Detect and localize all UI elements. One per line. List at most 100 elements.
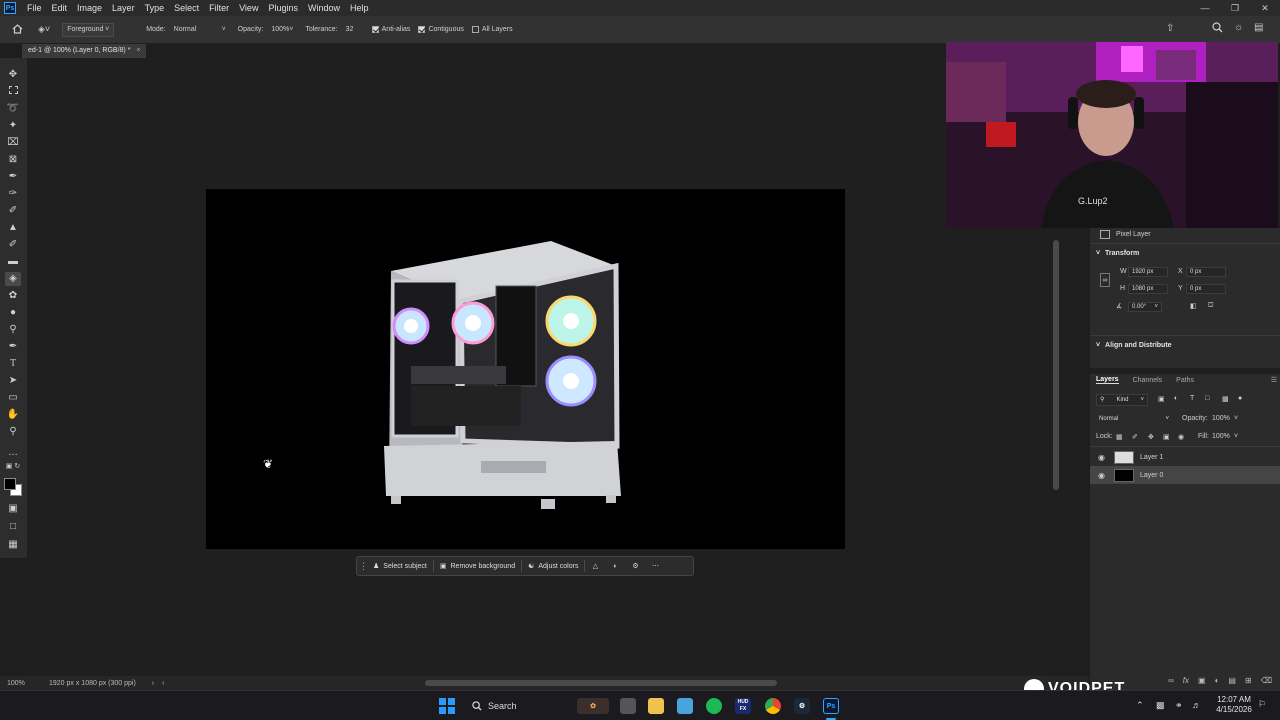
eyedropper-tool-icon[interactable]: ✒ bbox=[5, 170, 21, 184]
filter-adjustment-icon[interactable]: ◐ bbox=[1174, 395, 1178, 402]
lock-transparent-icon[interactable]: ▦ bbox=[1116, 433, 1123, 441]
menu-file[interactable]: File bbox=[22, 3, 47, 13]
more-tools-icon[interactable]: … bbox=[5, 446, 21, 460]
history-brush-tool-icon[interactable]: ✐ bbox=[5, 238, 21, 252]
search-icon[interactable] bbox=[1212, 22, 1223, 35]
discover-icon[interactable]: ☼ bbox=[1234, 22, 1243, 33]
menu-filter[interactable]: Filter bbox=[204, 3, 234, 13]
frame-tool-icon[interactable]: ⊠ bbox=[5, 153, 21, 167]
tab-paths[interactable]: Paths bbox=[1176, 377, 1194, 384]
rectangle-tool-icon[interactable]: ▭ bbox=[5, 391, 21, 405]
mode-select[interactable]: Normal ˅ bbox=[170, 23, 230, 37]
blend-mode-select[interactable]: Normal ˅ bbox=[1096, 413, 1172, 425]
layer-row-selected[interactable]: ◉ Layer 0 bbox=[1090, 466, 1280, 484]
network-icon[interactable]: ▩ bbox=[1156, 700, 1165, 711]
adjustment-layer-icon[interactable]: ◐ bbox=[605, 563, 625, 570]
clone-stamp-tool-icon[interactable]: ▲ bbox=[5, 221, 21, 235]
flip-vertical-icon[interactable]: ⛋ bbox=[1208, 302, 1213, 310]
menu-edit[interactable]: Edit bbox=[47, 3, 73, 13]
dodge-tool-icon[interactable]: ● bbox=[5, 306, 21, 320]
paint-bucket-tool-preset-icon[interactable]: ◈˅ bbox=[38, 24, 50, 35]
filter-smart-object-icon[interactable]: ▩ bbox=[1222, 395, 1229, 403]
wifi-icon[interactable]: ⚭ bbox=[1175, 700, 1183, 711]
link-layers-icon[interactable]: ∞ bbox=[1168, 676, 1174, 685]
menu-select[interactable]: Select bbox=[169, 3, 204, 13]
menu-help[interactable]: Help bbox=[345, 3, 374, 13]
workspace-icon[interactable]: ▤ bbox=[1254, 22, 1263, 33]
edit-toolbar-icon[interactable]: ▦ bbox=[5, 538, 21, 552]
move-tool-icon[interactable]: ✥ bbox=[5, 68, 21, 82]
windows-start-icon[interactable] bbox=[439, 698, 455, 714]
fx-icon[interactable]: fx bbox=[1183, 676, 1189, 685]
delete-layer-icon[interactable]: ⌫ bbox=[1261, 676, 1272, 685]
visibility-eye-icon[interactable]: ◉ bbox=[1098, 453, 1110, 462]
lock-all-icon[interactable]: ◉ bbox=[1178, 433, 1184, 441]
filter-toggle-icon[interactable]: ● bbox=[1238, 395, 1242, 402]
tray-overflow-icon[interactable]: ⌃ bbox=[1136, 700, 1144, 711]
horizontal-scrollbar[interactable] bbox=[425, 680, 777, 686]
type-tool-icon[interactable]: T bbox=[5, 357, 21, 371]
dodge-tool-icon-2[interactable]: ⚲ bbox=[5, 323, 21, 337]
clock[interactable]: 12:07 AM 4/15/2026 bbox=[1212, 695, 1256, 715]
select-subject-button[interactable]: ♟ Select subject bbox=[367, 557, 433, 575]
menu-window[interactable]: Window bbox=[303, 3, 345, 13]
minimize-icon[interactable]: — bbox=[1190, 0, 1220, 16]
height-input[interactable]: 1080 px bbox=[1128, 284, 1168, 294]
path-select-tool-icon[interactable]: ➤ bbox=[5, 374, 21, 388]
pen-tool-icon[interactable]: ✒ bbox=[5, 340, 21, 354]
layer-filter-kind-select[interactable]: ⚲ Kind ˅ bbox=[1096, 394, 1148, 406]
tab-channels[interactable]: Channels bbox=[1133, 377, 1163, 384]
paint-bucket-tool-icon[interactable]: ◈ bbox=[5, 272, 21, 286]
document-tab[interactable]: ed-1 @ 100% (Layer 0, RGB/8) * × bbox=[22, 44, 147, 58]
status-expand-icon[interactable]: › bbox=[152, 680, 154, 687]
hudfx-icon[interactable]: HUD FX bbox=[735, 698, 751, 714]
link-dimensions-icon[interactable]: ∞ bbox=[1100, 273, 1110, 287]
opacity-input[interactable]: 100% ˅ bbox=[267, 23, 297, 37]
document-info[interactable]: 1920 px x 1080 px (300 ppi) bbox=[49, 680, 136, 687]
vertical-scrollbar[interactable] bbox=[1053, 240, 1059, 490]
align-section-header[interactable]: ˅ Align and Distribute bbox=[1096, 342, 1172, 349]
width-input[interactable]: 1920 px bbox=[1128, 267, 1168, 277]
layer-row[interactable]: ◉ Layer 1 bbox=[1090, 448, 1280, 466]
flip-horizontal-icon[interactable]: ◧ bbox=[1190, 302, 1197, 310]
lasso-tool-icon[interactable]: ➰ bbox=[5, 102, 21, 116]
close-icon[interactable]: ✕ bbox=[1250, 0, 1280, 16]
notepad-icon[interactable] bbox=[677, 698, 693, 714]
foreground-color-swatch[interactable] bbox=[4, 478, 16, 490]
menu-image[interactable]: Image bbox=[72, 3, 107, 13]
y-input[interactable]: 0 px bbox=[1186, 284, 1226, 294]
healing-brush-tool-icon[interactable]: ✑ bbox=[5, 187, 21, 201]
adjust-colors-button[interactable]: ☯ Adjust colors bbox=[522, 557, 584, 575]
more-options-icon[interactable]: ⋯ bbox=[645, 562, 665, 570]
filter-pixel-icon[interactable]: ▣ bbox=[1158, 395, 1165, 403]
remove-background-button[interactable]: ▣ Remove background bbox=[434, 557, 521, 575]
mask-icon[interactable]: ⚙ bbox=[625, 562, 645, 570]
photoshop-taskbar-icon[interactable]: Ps bbox=[823, 698, 839, 714]
taskbar-search-box[interactable]: Search bbox=[466, 697, 576, 715]
close-tab-icon[interactable]: × bbox=[136, 47, 140, 54]
spotify-icon[interactable] bbox=[706, 698, 722, 714]
notification-bell-icon[interactable]: ⚐ bbox=[1258, 699, 1266, 710]
lock-artboard-icon[interactable]: ▣ bbox=[1163, 433, 1170, 441]
blur-tool-icon[interactable]: ✿ bbox=[5, 289, 21, 303]
visibility-eye-icon[interactable]: ◉ bbox=[1098, 471, 1110, 480]
eraser-tool-icon[interactable]: ▬ bbox=[5, 255, 21, 269]
tab-layers[interactable]: Layers bbox=[1096, 376, 1119, 384]
object-select-tool-icon[interactable]: ✦ bbox=[5, 119, 21, 133]
new-layer-icon[interactable]: ⊞ bbox=[1245, 676, 1252, 685]
hand-tool-icon[interactable]: ✋ bbox=[5, 408, 21, 422]
zoom-level[interactable]: 100% bbox=[7, 680, 47, 687]
tolerance-input[interactable]: 32 bbox=[342, 23, 364, 37]
menu-plugins[interactable]: Plugins bbox=[263, 3, 303, 13]
transform-icon[interactable]: △ bbox=[585, 562, 605, 570]
file-explorer-icon[interactable] bbox=[648, 698, 664, 714]
steam-icon[interactable]: ⚙ bbox=[794, 698, 810, 714]
fill-input[interactable]: 100% ˅ bbox=[1212, 433, 1238, 440]
default-colors-icon[interactable]: ▣ ↻ bbox=[5, 460, 21, 474]
crop-tool-icon[interactable]: ⌧ bbox=[5, 136, 21, 150]
task-view-icon[interactable] bbox=[620, 698, 636, 714]
menu-layer[interactable]: Layer bbox=[107, 3, 140, 13]
chrome-icon[interactable] bbox=[765, 698, 781, 714]
volume-icon[interactable]: ♬ bbox=[1192, 700, 1201, 710]
lock-position-icon[interactable]: ✥ bbox=[1148, 433, 1154, 441]
